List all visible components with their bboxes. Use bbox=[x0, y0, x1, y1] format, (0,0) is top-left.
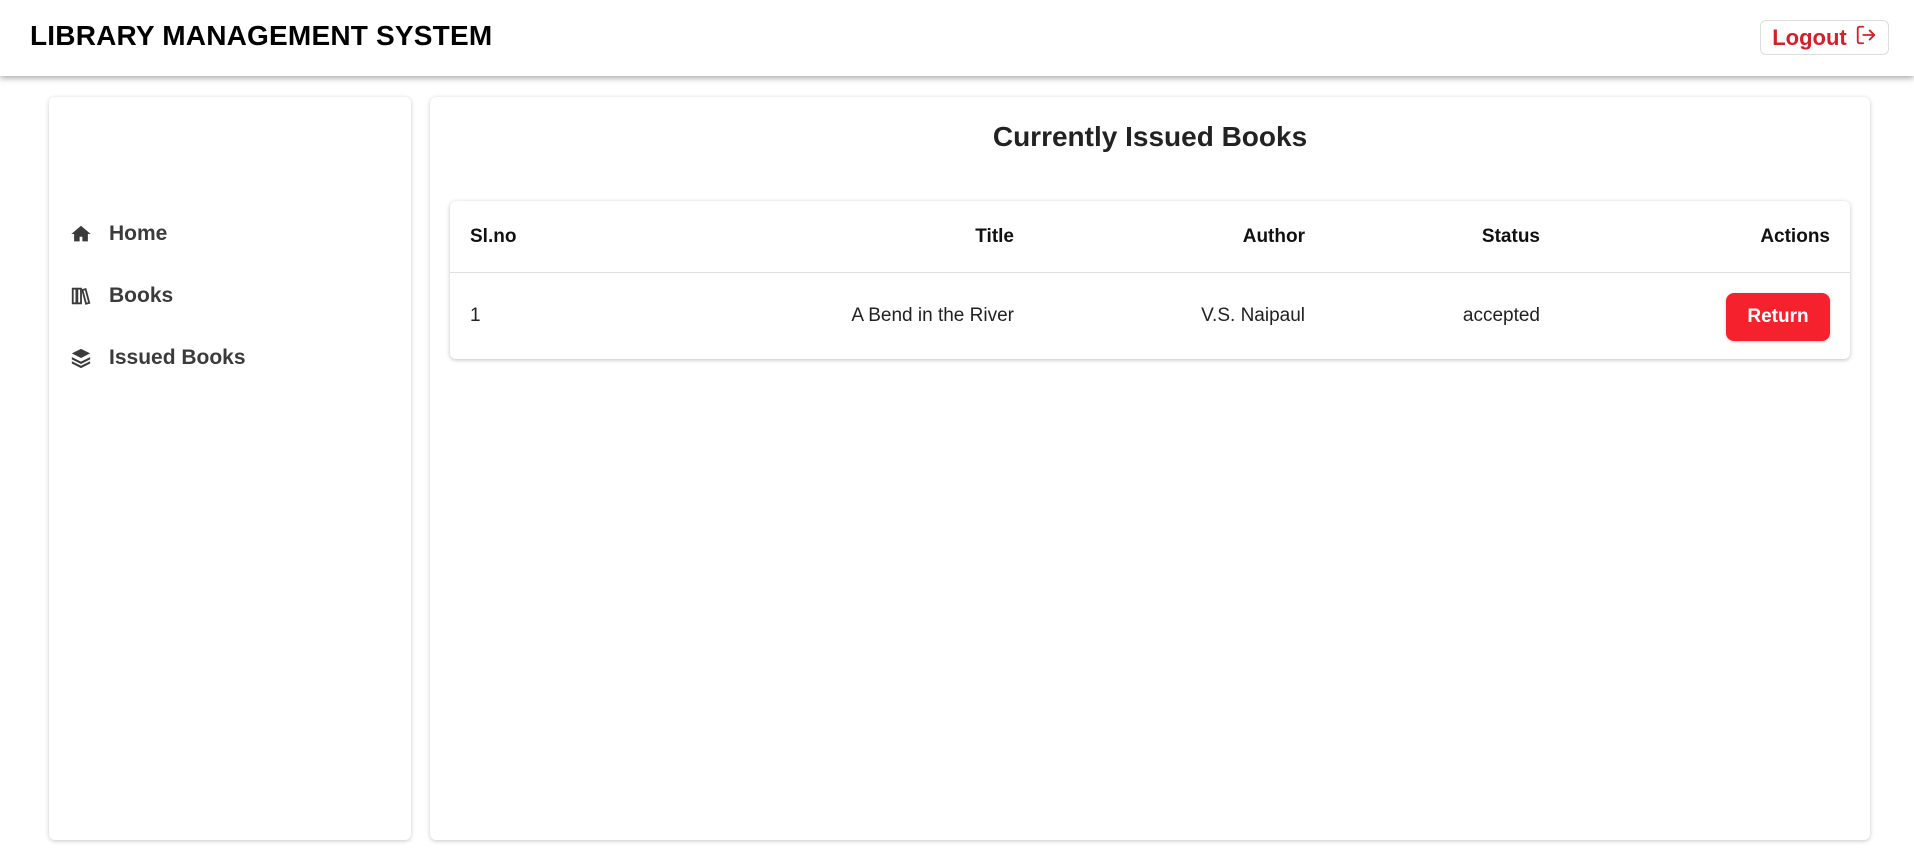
cell-sl-no: 1 bbox=[470, 305, 481, 326]
column-header-sl-no: Sl.no bbox=[470, 226, 517, 247]
table-header: Sl.no Title Author Status Actions bbox=[450, 201, 1850, 273]
sidebar-item-books[interactable]: Books bbox=[69, 278, 389, 314]
cell-author: V.S. Naipaul bbox=[1201, 305, 1305, 326]
return-button[interactable]: Return bbox=[1726, 293, 1830, 341]
sidebar-item-home[interactable]: Home bbox=[69, 216, 389, 252]
column-header-actions: Actions bbox=[1760, 226, 1830, 247]
issued-books-table: Sl.no Title Author Status Actions 1 A Be… bbox=[450, 201, 1850, 359]
home-icon bbox=[69, 222, 93, 246]
sidebar-item-label: Home bbox=[109, 222, 168, 245]
column-header-author: Author bbox=[1242, 226, 1305, 247]
logout-icon bbox=[1855, 24, 1877, 52]
sidebar: Home Books Issued Books bbox=[49, 97, 411, 840]
main-panel: Currently Issued Books Sl.no Title Autho… bbox=[430, 97, 1870, 840]
cell-title: A Bend in the River bbox=[851, 305, 1014, 326]
column-header-status: Status bbox=[1481, 226, 1540, 247]
sidebar-item-label: Issued Books bbox=[109, 346, 246, 369]
cell-status: accepted bbox=[1462, 305, 1540, 326]
books-icon bbox=[69, 284, 93, 308]
app-title: LIBRARY MANAGEMENT SYSTEM bbox=[30, 20, 493, 51]
logout-button[interactable]: Logout bbox=[1760, 20, 1889, 55]
stack-icon bbox=[69, 346, 93, 370]
column-header-title: Title bbox=[975, 226, 1014, 247]
sidebar-item-label: Books bbox=[109, 284, 174, 307]
page-title: Currently Issued Books bbox=[992, 121, 1308, 152]
top-bar: LIBRARY MANAGEMENT SYSTEM Logout bbox=[0, 0, 1914, 76]
logout-label: Logout bbox=[1772, 24, 1847, 50]
sidebar-item-issued-books[interactable]: Issued Books bbox=[69, 340, 389, 376]
